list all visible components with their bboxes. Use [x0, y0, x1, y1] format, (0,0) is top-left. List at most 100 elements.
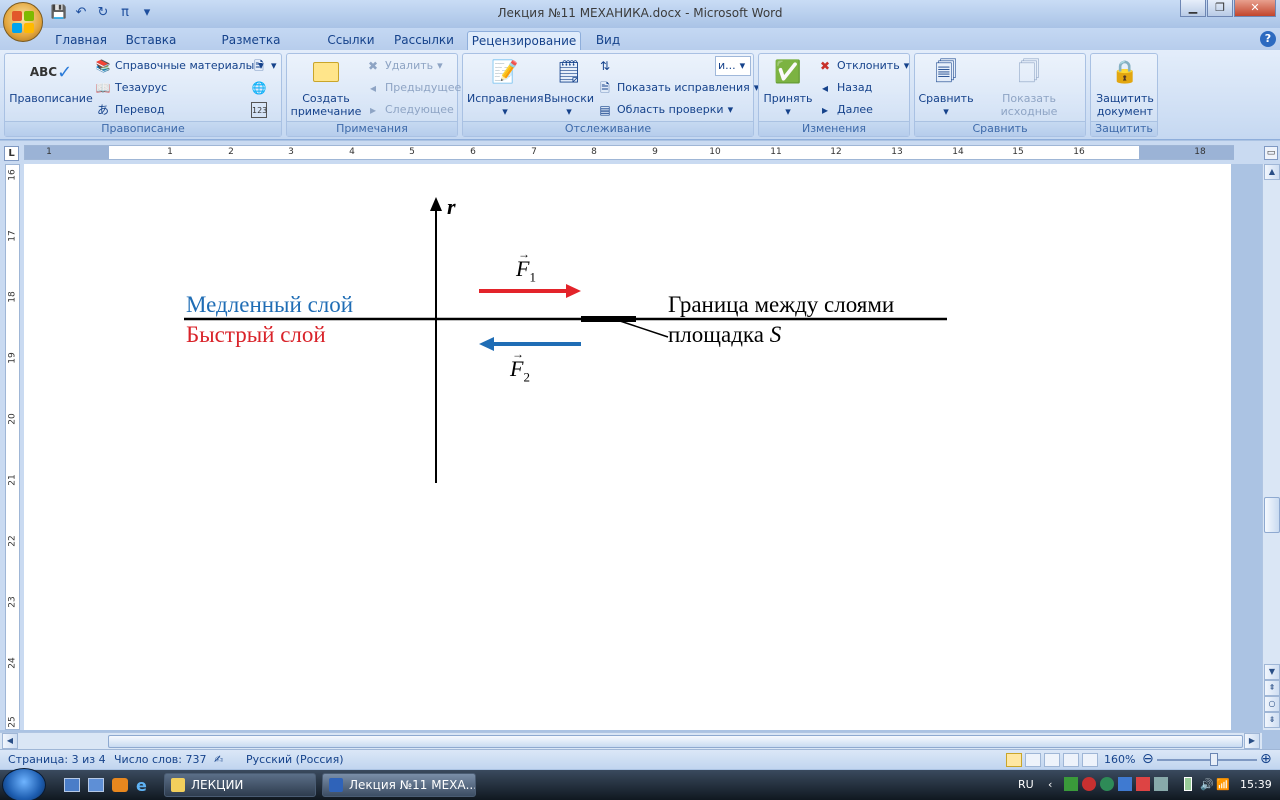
clock[interactable]: 15:39	[1240, 778, 1272, 791]
media-player-icon[interactable]	[112, 778, 128, 792]
vertical-scrollbar[interactable]: ▲ ▼ ⇞ ○ ⇟	[1262, 164, 1280, 730]
reviewing-pane-button[interactable]: ▤ Область проверки ▾	[597, 100, 733, 120]
tab-view[interactable]: Вид	[590, 31, 626, 50]
f1-arrowhead	[566, 284, 581, 298]
scroll-left-button[interactable]: ◀	[2, 733, 18, 749]
show-desktop-icon[interactable]	[64, 778, 80, 792]
next-comment-button[interactable]: ▸ Следующее	[365, 100, 454, 120]
thesaurus-button[interactable]: 📖 Тезаурус	[95, 78, 168, 98]
next-page-button[interactable]: ⇟	[1264, 712, 1280, 728]
ruler-body[interactable]: 1 1 2 3 4 5 6 7 8 9 10 11 12 13 14 15 16…	[24, 145, 1234, 160]
tray-network-icon[interactable]	[1100, 777, 1114, 791]
protect-document-button[interactable]: 🔒 Защитить документ	[1093, 56, 1157, 118]
wifi-icon[interactable]: 📶	[1216, 778, 1230, 791]
research-button[interactable]: 📚 Справочные материалы ▾	[95, 56, 264, 76]
vruler-number: 22	[7, 535, 18, 547]
globe-icon: 🌐	[251, 81, 267, 95]
previous-comment-button[interactable]: ◂ Предыдущее	[365, 78, 461, 98]
reject-button[interactable]: ✖ Отклонить ▾	[817, 56, 909, 76]
language-status[interactable]: Русский (Россия)	[246, 753, 344, 766]
help-icon[interactable]: ?	[1260, 31, 1276, 47]
dropdown-icon: ▾	[437, 59, 443, 72]
proofing-icon[interactable]: ✍	[214, 753, 223, 766]
ie-icon[interactable]: e	[136, 776, 147, 795]
volume-icon[interactable]: 🔊	[1200, 778, 1214, 791]
input-language[interactable]: RU	[1018, 778, 1034, 791]
switch-windows-icon[interactable]	[88, 778, 104, 792]
print-layout-icon[interactable]	[1006, 753, 1022, 767]
previous-change-button[interactable]: ◂ Назад	[817, 78, 872, 98]
status-bar: Страница: 3 из 4 Число слов: 737 ✍ Русск…	[0, 749, 1280, 769]
draft-icon[interactable]	[1082, 753, 1098, 767]
word-icon	[329, 778, 343, 792]
display-for-review-value: и...	[718, 59, 736, 72]
spelling-button[interactable]: ABC ✓ Правописание	[9, 56, 93, 105]
minimize-button[interactable]: ▁	[1180, 0, 1206, 17]
scroll-down-button[interactable]: ▼	[1264, 664, 1280, 680]
vruler-body[interactable]: 16 17 18 19 20 21 22 23 24 25	[5, 164, 20, 730]
web-layout-icon[interactable]	[1044, 753, 1060, 767]
compare-display-icon-button[interactable]: ⇅	[597, 56, 613, 76]
close-button[interactable]: ✕	[1234, 0, 1276, 17]
balloons-button[interactable]: 🗒 Выноски ▾	[543, 56, 595, 118]
ribbon: ABC ✓ Правописание 📚 Справочные материалы ▾…	[0, 50, 1280, 140]
tray-antivirus-icon[interactable]	[1082, 777, 1096, 791]
zoom-out-icon[interactable]: ⊖	[1142, 751, 1154, 767]
office-button[interactable]	[3, 2, 43, 42]
zoom-slider-thumb[interactable]	[1210, 753, 1218, 766]
word-count[interactable]: Число слов: 737	[114, 753, 207, 766]
window-title: Лекция №11 МЕХАНИКА.docx - Microsoft Wor…	[497, 6, 783, 20]
battery-icon[interactable]	[1184, 777, 1192, 791]
outline-icon[interactable]	[1063, 753, 1079, 767]
restore-button[interactable]: ❐	[1207, 0, 1233, 17]
taskbar-folder-button[interactable]: ЛЕКЦИИ	[164, 773, 316, 797]
zoom-slider-track[interactable]	[1157, 759, 1257, 761]
taskbar-word-button[interactable]: Лекция №11 МЕХА...	[322, 773, 476, 797]
full-screen-reading-icon[interactable]	[1025, 753, 1041, 767]
word-count-button[interactable]: 123	[251, 100, 267, 120]
track-changes-button[interactable]: 📝 Исправления ▾	[467, 56, 543, 118]
view-ruler-icon[interactable]: ▭	[1264, 146, 1278, 160]
display-for-review-dropdown[interactable]: и... ▾	[715, 56, 751, 76]
tray-expand-icon[interactable]: ‹	[1048, 778, 1052, 791]
scroll-right-button[interactable]: ▶	[1244, 733, 1260, 749]
translation-tooltip-button[interactable]: 🌐	[251, 78, 267, 98]
start-button[interactable]	[2, 768, 46, 800]
track-changes-label: Исправления	[467, 92, 544, 105]
show-markup-button[interactable]: 🗎 Показать исправления ▾	[597, 78, 759, 98]
horizontal-scrollbar[interactable]: ◀ ▶	[0, 732, 1262, 749]
tab-page-layout[interactable]: Разметка страницы	[192, 31, 310, 65]
next-change-button[interactable]: ▸ Далее	[817, 100, 873, 120]
ruler-number: 3	[288, 147, 294, 157]
compare-button[interactable]: 🗐 Сравнить ▾	[917, 56, 975, 118]
delete-comment-button[interactable]: ✖ Удалить ▾	[365, 56, 443, 76]
tray-monitor-icon[interactable]	[1118, 777, 1132, 791]
vertical-scroll-thumb[interactable]	[1264, 497, 1280, 533]
tab-mailings[interactable]: Рассылки	[392, 31, 456, 50]
scroll-up-button[interactable]: ▲	[1264, 164, 1280, 180]
page-count[interactable]: Страница: 3 из 4	[8, 753, 106, 766]
set-language-button[interactable]: 🗎 ▾	[251, 56, 276, 76]
tray-app-icon[interactable]	[1064, 777, 1078, 791]
tray-display-icon[interactable]	[1154, 777, 1168, 791]
new-comment-button[interactable]: Создать примечание	[289, 56, 363, 118]
ruler-number: 4	[349, 147, 355, 157]
browse-object-button[interactable]: ○	[1264, 696, 1280, 712]
horizontal-ruler: L 1 1 2 3 4 5 6 7 8 9 10 11 12 13 14 15 …	[0, 141, 1280, 164]
tab-selector[interactable]: L	[4, 146, 19, 161]
tab-home[interactable]: Главная	[52, 31, 110, 50]
spelling-label: Правописание	[9, 92, 93, 105]
show-source-documents-button[interactable]: 🗍 Показать исходные документы	[975, 56, 1083, 131]
tab-references[interactable]: Ссылки	[324, 31, 378, 50]
accept-button[interactable]: ✅ Принять ▾	[761, 56, 815, 118]
previous-page-button[interactable]: ⇞	[1264, 680, 1280, 696]
zoom-in-icon[interactable]: ⊕	[1260, 751, 1272, 767]
document-page[interactable]: r → F1 → F2 Медленный слой Быстрый слой …	[24, 164, 1231, 730]
tray-tool-icon[interactable]	[1136, 777, 1150, 791]
tab-review[interactable]: Рецензирование	[467, 31, 581, 50]
group-label: Правописание	[5, 121, 281, 136]
horizontal-scroll-thumb[interactable]	[108, 735, 1243, 748]
zoom-level[interactable]: 160%	[1104, 753, 1135, 766]
translate-button[interactable]: あ Перевод	[95, 100, 165, 120]
tab-insert[interactable]: Вставка	[122, 31, 180, 50]
